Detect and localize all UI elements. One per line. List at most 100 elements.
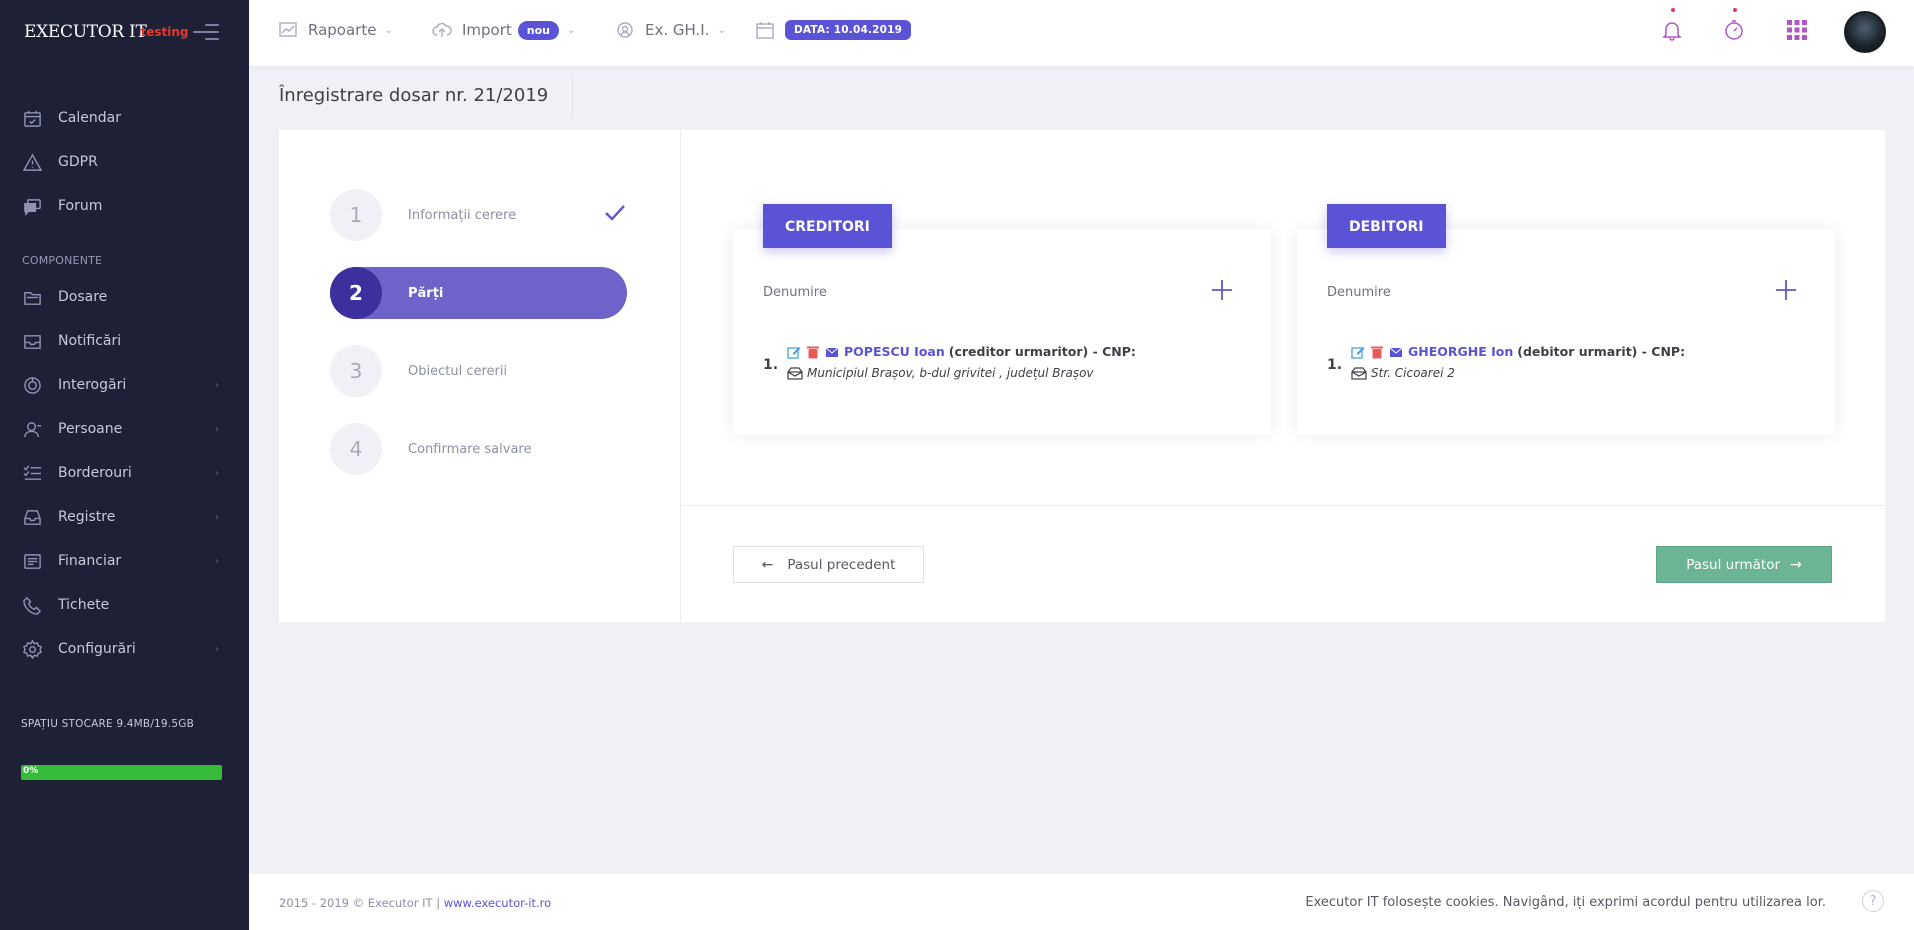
footer-copyright: 2015 - 2019 © Executor IT | www.executor… — [279, 896, 551, 910]
step-3[interactable]: 3 Obiectul cererii — [330, 345, 627, 397]
step-label: Confirmare salvare — [408, 441, 532, 457]
sidebar-item-label: Registre — [58, 509, 116, 525]
step-label: Informații cerere — [408, 207, 517, 223]
step-4[interactable]: 4 Confirmare salvare — [330, 423, 627, 475]
apps-grid-icon[interactable] — [1785, 18, 1811, 44]
cookie-notice: Executor IT folosește cookies. Navigând,… — [1305, 895, 1826, 910]
debitori-header: DEBITORI — [1327, 204, 1446, 248]
creditori-panel: CREDITORI Denumire 1. POPESCU Ioan (cred… — [733, 204, 1271, 435]
entry-number: 1. — [1327, 357, 1343, 373]
sidebar-item-label: Tichete — [58, 597, 110, 613]
website-link[interactable]: www.executor-it.ro — [444, 896, 551, 910]
sidebar-item-label: Forum — [58, 198, 103, 214]
add-debitor-button[interactable] — [1775, 279, 1797, 301]
sidebar-item-label: Borderouri — [58, 465, 132, 481]
mailbox-icon — [1351, 367, 1367, 380]
column-header: Denumire — [763, 285, 827, 300]
step-number: 4 — [330, 423, 382, 475]
menu-toggle-icon[interactable] — [193, 24, 219, 40]
edit-icon[interactable] — [787, 345, 801, 359]
next-step-button[interactable]: Pasul următor → — [1656, 546, 1832, 583]
wizard-content: CREDITORI Denumire 1. POPESCU Ioan (cred… — [681, 130, 1885, 622]
menu-import[interactable]: Import nou ⌄ — [432, 20, 575, 40]
next-step-label: Pasul următor — [1686, 556, 1781, 573]
help-icon[interactable]: ? — [1862, 890, 1884, 912]
storage-progress-bar: 0% — [21, 765, 222, 780]
previous-step-button[interactable]: ← Pasul precedent — [733, 546, 924, 583]
arrow-right-icon: → — [1790, 556, 1802, 573]
creditori-header: CREDITORI — [763, 204, 892, 248]
chevron-right-icon: › — [215, 423, 219, 435]
email-icon[interactable] — [825, 345, 839, 359]
finance-icon — [22, 551, 42, 571]
debitor-name-link[interactable]: GHEORGHE Ion — [1408, 344, 1513, 359]
step-label: Părți — [408, 285, 444, 301]
delete-icon[interactable] — [1370, 345, 1384, 359]
cloud-upload-icon — [432, 22, 452, 37]
email-icon[interactable] — [1389, 345, 1403, 359]
step-2[interactable]: 2 Părți — [330, 267, 627, 319]
menu-executor[interactable]: Ex. GH.I. ⌄ — [615, 20, 726, 40]
brand-name: EXECUTOR IT — [24, 22, 147, 42]
sidebar-item-financiar[interactable]: Financiar › — [0, 539, 249, 583]
column-header: Denumire — [1327, 285, 1391, 300]
chevron-right-icon: › — [215, 467, 219, 479]
sidebar-item-interogari[interactable]: Interogări › — [0, 363, 249, 407]
menu-rapoarte[interactable]: Rapoarte ⌄ — [278, 20, 393, 40]
inbox-icon — [22, 507, 42, 527]
menu-executor-label: Ex. GH.I. — [645, 21, 710, 39]
sidebar-nav-top: Calendar GDPR Forum — [0, 96, 249, 228]
brand[interactable]: EXECUTOR IT testing — [0, 0, 249, 64]
calendar-icon — [22, 108, 42, 128]
page-title: Înregistrare dosar nr. 21/2019 — [279, 85, 549, 106]
notification-dot — [1733, 8, 1737, 12]
sidebar-item-label: Calendar — [58, 110, 121, 126]
sidebar-item-gdpr[interactable]: GDPR — [0, 140, 249, 184]
add-creditor-button[interactable] — [1211, 279, 1233, 301]
sidebar-item-notificari[interactable]: Notificări — [0, 319, 249, 363]
avatar[interactable] — [1844, 11, 1886, 53]
gear-icon — [22, 639, 42, 659]
sidebar-item-label: Dosare — [58, 289, 108, 305]
sidebar-item-dosare[interactable]: Dosare — [0, 275, 249, 319]
sidebar-item-label: Interogări — [58, 377, 127, 393]
check-icon — [603, 201, 627, 225]
creditor-name-link[interactable]: POPESCU Ioan — [844, 344, 945, 359]
phone-icon — [22, 595, 42, 615]
section-label-componente: COMPONENTE — [22, 254, 103, 267]
bell-icon[interactable] — [1660, 8, 1686, 44]
sidebar-item-label: Persoane — [58, 421, 123, 437]
edit-icon[interactable] — [1351, 345, 1365, 359]
debitor-address-text: Str. Cicoarei 2 — [1371, 366, 1455, 380]
notification-dot — [1671, 8, 1675, 12]
sidebar-item-configurari[interactable]: Configurări › — [0, 627, 249, 671]
sidebar-item-label: GDPR — [58, 154, 98, 170]
checklist-icon — [22, 463, 42, 483]
sidebar-item-calendar[interactable]: Calendar — [0, 96, 249, 140]
sidebar-item-registre[interactable]: Registre › — [0, 495, 249, 539]
step-number: 1 — [330, 189, 382, 241]
step-1[interactable]: 1 Informații cerere — [330, 189, 627, 241]
sidebar-item-borderouri[interactable]: Borderouri › — [0, 451, 249, 495]
creditor-role: (creditor urmaritor) - CNP: — [948, 344, 1136, 359]
notification-icon — [22, 331, 42, 351]
date-indicator[interactable]: DATA: 10.04.2019 — [755, 20, 912, 40]
chevron-right-icon: › — [215, 511, 219, 523]
creditor-address-text: Municipiul Brașov, b-dul grivitei , jude… — [807, 366, 1094, 380]
sidebar-item-persoane[interactable]: Persoane › — [0, 407, 249, 451]
stopwatch-icon[interactable] — [1722, 8, 1748, 44]
sidebar-nav-components: Dosare Notificări Interogări › Persoane … — [0, 275, 249, 671]
delete-icon[interactable] — [806, 345, 820, 359]
step-number: 2 — [330, 267, 382, 319]
title-separator — [572, 78, 573, 118]
top-bar: Rapoarte ⌄ Import nou ⌄ Ex. GH.I. ⌄ DATA… — [249, 0, 1914, 66]
brand-tag: testing — [140, 25, 189, 39]
person-icon — [22, 419, 42, 439]
sidebar-item-tichete[interactable]: Tichete — [0, 583, 249, 627]
warning-icon — [22, 152, 42, 172]
debitori-panel: DEBITORI Denumire 1. GHEORGHE Ion (debit… — [1297, 204, 1835, 435]
arrow-left-icon: ← — [761, 556, 774, 573]
folder-icon — [22, 287, 42, 307]
sidebar-item-forum[interactable]: Forum — [0, 184, 249, 228]
debitor-role: (debitor urmarit) - CNP: — [1517, 344, 1686, 359]
